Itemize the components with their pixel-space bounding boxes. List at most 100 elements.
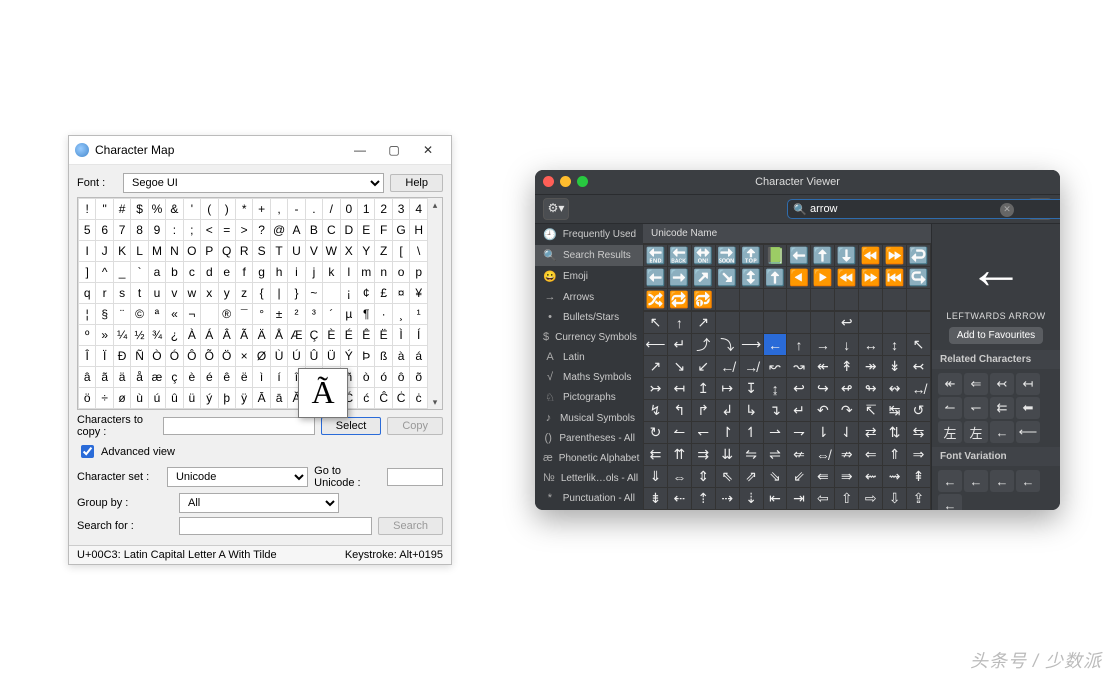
grid-cell[interactable]: Ë bbox=[375, 325, 392, 346]
result-char[interactable]: ↕️ bbox=[740, 267, 763, 288]
result-char[interactable]: 🔙 bbox=[668, 245, 691, 266]
grid-cell[interactable]: · bbox=[375, 304, 392, 325]
grid-cell[interactable]: õ bbox=[410, 367, 428, 388]
related-char[interactable]: ↢ bbox=[990, 373, 1014, 395]
grid-cell[interactable]: 6 bbox=[96, 220, 113, 241]
grid-cell[interactable]: ò bbox=[358, 367, 375, 388]
add-favourite-button[interactable]: Add to Favourites bbox=[949, 327, 1043, 344]
grid-cell[interactable]: ì bbox=[253, 367, 270, 388]
grid-cell[interactable]: [ bbox=[392, 241, 409, 262]
grid-cell[interactable]: H bbox=[410, 220, 428, 241]
grid-cell[interactable]: å bbox=[131, 367, 148, 388]
result-char[interactable]: ↹ bbox=[883, 400, 906, 421]
grid-cell[interactable]: / bbox=[323, 199, 340, 220]
grid-cell[interactable]: u bbox=[148, 283, 165, 304]
result-char[interactable] bbox=[716, 312, 739, 333]
result-char[interactable]: ⇕ bbox=[692, 466, 715, 487]
group-select[interactable]: All bbox=[179, 493, 339, 513]
grid-cell[interactable]: 3 bbox=[392, 199, 409, 220]
grid-cell[interactable]: Ä bbox=[253, 325, 270, 346]
grid-cell[interactable]: Í bbox=[410, 325, 428, 346]
result-char[interactable]: ↩️ bbox=[907, 245, 930, 266]
result-char[interactable]: ↿ bbox=[740, 422, 763, 443]
result-char[interactable]: ⟵ bbox=[644, 334, 667, 355]
grid-cell[interactable]: n bbox=[375, 262, 392, 283]
result-char[interactable]: ⇁ bbox=[787, 422, 810, 443]
result-char[interactable] bbox=[883, 312, 906, 333]
result-char[interactable]: ↪ bbox=[811, 378, 834, 399]
grid-cell[interactable]: Î bbox=[79, 346, 96, 367]
result-char[interactable]: ⬆️ bbox=[811, 245, 834, 266]
result-char[interactable]: ⇋ bbox=[740, 444, 763, 465]
grid-cell[interactable]: Ð bbox=[113, 346, 130, 367]
result-char[interactable]: ⇠ bbox=[668, 488, 691, 509]
select-button[interactable]: Select bbox=[321, 417, 382, 435]
result-char[interactable]: ⇤ bbox=[764, 488, 787, 509]
grid-cell[interactable]: á bbox=[410, 346, 428, 367]
scroll-down-icon[interactable]: ▾ bbox=[428, 395, 442, 409]
result-char[interactable]: ⇚ bbox=[811, 466, 834, 487]
search-button[interactable]: Search bbox=[378, 517, 443, 535]
result-char[interactable] bbox=[883, 289, 906, 310]
grid-cell[interactable]: ú bbox=[148, 388, 165, 409]
result-char[interactable]: 🔂 bbox=[692, 289, 715, 310]
grid-cell[interactable]: ! bbox=[79, 199, 96, 220]
grid-cell[interactable] bbox=[323, 283, 340, 304]
result-char[interactable]: ↑ bbox=[668, 312, 691, 333]
result-char[interactable] bbox=[907, 289, 930, 310]
result-char[interactable]: ↻ bbox=[644, 422, 667, 443]
grid-cell[interactable]: e bbox=[218, 262, 235, 283]
grid-cell[interactable]: Õ bbox=[201, 346, 218, 367]
grid-cell[interactable]: s bbox=[113, 283, 130, 304]
result-char[interactable]: ↲ bbox=[716, 400, 739, 421]
result-char[interactable]: ↠ bbox=[859, 356, 882, 377]
grid-cell[interactable]: g bbox=[253, 262, 270, 283]
grid-cell[interactable]: ¼ bbox=[113, 325, 130, 346]
close-button[interactable]: ✕ bbox=[411, 139, 445, 161]
grid-cell[interactable]: ó bbox=[375, 367, 392, 388]
result-char[interactable] bbox=[859, 312, 882, 333]
grid-cell[interactable]: o bbox=[392, 262, 409, 283]
result-char[interactable]: ⇓ bbox=[644, 466, 667, 487]
grid-cell[interactable]: À bbox=[183, 325, 200, 346]
result-char[interactable]: ↜ bbox=[764, 356, 787, 377]
grid-cell[interactable]: ± bbox=[270, 304, 287, 325]
charset-select[interactable]: Unicode bbox=[167, 467, 308, 487]
result-char[interactable]: ↔ bbox=[859, 334, 882, 355]
grid-cell[interactable]: ( bbox=[201, 199, 218, 220]
grid-cell[interactable]: X bbox=[340, 241, 357, 262]
grid-cell[interactable]: û bbox=[166, 388, 183, 409]
grid-cell[interactable]: â bbox=[79, 367, 96, 388]
grid-cell[interactable]: ë bbox=[235, 367, 252, 388]
result-char[interactable]: 🔜 bbox=[716, 245, 739, 266]
grid-cell[interactable]: ć bbox=[358, 388, 375, 409]
result-char[interactable]: ⇆ bbox=[907, 422, 930, 443]
grid-cell[interactable] bbox=[201, 304, 218, 325]
related-char[interactable]: 左 bbox=[938, 421, 962, 443]
result-char[interactable]: ⬆️ bbox=[764, 267, 787, 288]
grid-cell[interactable]: æ bbox=[148, 367, 165, 388]
result-char[interactable] bbox=[787, 312, 810, 333]
result-char[interactable]: ↭ bbox=[883, 378, 906, 399]
grid-cell[interactable]: ÷ bbox=[96, 388, 113, 409]
sidebar-item[interactable]: →Arrows bbox=[535, 287, 643, 307]
grid-cell[interactable]: Þ bbox=[358, 346, 375, 367]
sidebar-item[interactable]: *Punctuation - All bbox=[535, 488, 643, 508]
grid-cell[interactable]: | bbox=[270, 283, 287, 304]
sidebar-item[interactable]: 😀Emoji bbox=[535, 266, 643, 287]
result-char[interactable]: ⇟ bbox=[644, 488, 667, 509]
grid-cell[interactable]: a bbox=[148, 262, 165, 283]
result-char[interactable]: ↩ bbox=[835, 312, 858, 333]
result-char[interactable]: ↑ bbox=[787, 334, 810, 355]
grid-cell[interactable]: } bbox=[288, 283, 305, 304]
related-char[interactable]: ↽ bbox=[964, 397, 988, 419]
result-char[interactable]: ↗️ bbox=[692, 267, 715, 288]
grid-cell[interactable]: Ċ bbox=[392, 388, 409, 409]
sidebar-item[interactable]: √Maths Symbols bbox=[535, 367, 643, 387]
help-button[interactable]: Help bbox=[390, 174, 443, 192]
result-char[interactable]: ⬅️ bbox=[787, 245, 810, 266]
result-char[interactable]: ⬅️ bbox=[644, 267, 667, 288]
result-char[interactable]: ↮ bbox=[907, 378, 930, 399]
variation-char[interactable]: ← bbox=[1016, 470, 1040, 492]
search-text-input[interactable] bbox=[787, 199, 1060, 219]
